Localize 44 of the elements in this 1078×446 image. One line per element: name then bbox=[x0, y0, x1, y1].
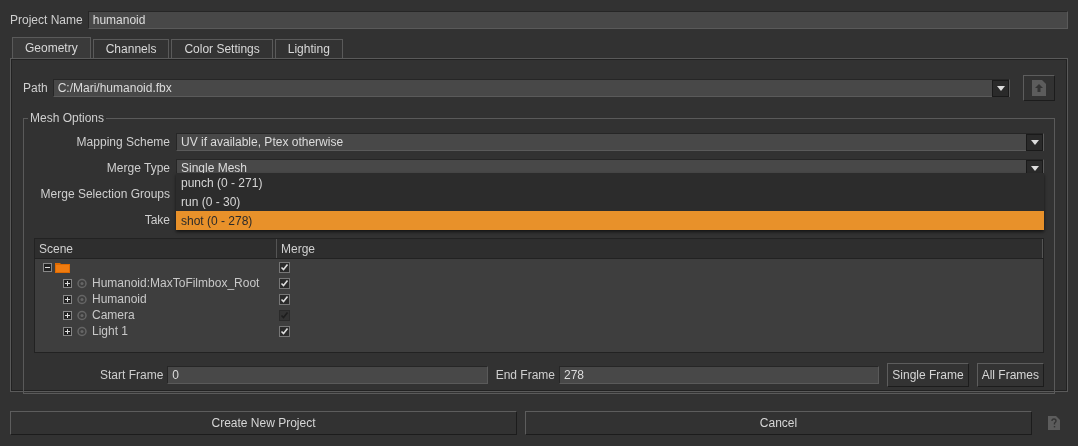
tab[interactable]: Geometry bbox=[12, 37, 91, 58]
end-frame-field[interactable]: 278 bbox=[559, 366, 880, 384]
merge-checkbox[interactable] bbox=[279, 277, 290, 289]
menu-item[interactable]: run (0 - 30) bbox=[176, 192, 1044, 211]
menu-item[interactable]: shot (0 - 278) bbox=[176, 211, 1044, 230]
dialog-button[interactable]: Create New Project bbox=[10, 411, 517, 435]
frame-button[interactable]: All Frames bbox=[976, 363, 1044, 387]
path-combo[interactable]: C:/Mari/humanoid.fbx bbox=[52, 79, 1010, 97]
group-title: Mesh Options bbox=[29, 111, 106, 125]
column-header[interactable]: Merge bbox=[277, 239, 1043, 258]
node-icon bbox=[75, 324, 89, 338]
folder-icon bbox=[55, 261, 70, 273]
field-label: Merge Selection Groups bbox=[39, 187, 170, 201]
field-label: Mapping Scheme bbox=[75, 135, 170, 149]
upload-file-button[interactable] bbox=[1023, 75, 1055, 101]
field-label: Take bbox=[143, 213, 170, 227]
merge-checkbox[interactable] bbox=[279, 293, 290, 305]
scene-item-label[interactable]: Humanoid bbox=[92, 292, 147, 306]
expand-icon[interactable] bbox=[63, 326, 72, 336]
project-name-label: Project Name bbox=[10, 13, 83, 27]
scene-item-label[interactable]: Light 1 bbox=[92, 324, 129, 338]
node-icon bbox=[75, 308, 89, 322]
path-label: Path bbox=[23, 81, 48, 95]
field-label: Merge Type bbox=[105, 161, 170, 175]
tab[interactable]: Channels bbox=[92, 39, 170, 58]
node-icon bbox=[75, 292, 89, 306]
file-upload-icon bbox=[1032, 80, 1046, 96]
end-frame-label: End Frame bbox=[495, 368, 555, 382]
start-frame-label: Start Frame bbox=[100, 368, 164, 382]
expand-icon[interactable] bbox=[63, 294, 72, 304]
frame-button[interactable]: Single Frame bbox=[887, 363, 969, 387]
tab[interactable]: Color Settings bbox=[171, 39, 273, 58]
expand-icon[interactable] bbox=[63, 278, 72, 288]
tab[interactable]: Lighting bbox=[274, 39, 343, 58]
start-frame-field[interactable]: 0 bbox=[167, 366, 488, 384]
merge-checkbox[interactable] bbox=[279, 325, 290, 337]
dialog-button[interactable]: Cancel bbox=[525, 411, 1032, 435]
option-combo[interactable]: UV if available, Ptex otherwise bbox=[176, 133, 1044, 151]
scene-item-label[interactable]: Humanoid:MaxToFilmbox_Root bbox=[92, 276, 260, 290]
merge-checkbox[interactable] bbox=[279, 261, 290, 273]
project-name-field[interactable]: humanoid bbox=[87, 11, 1068, 29]
column-header[interactable]: Scene bbox=[35, 239, 277, 258]
node-icon bbox=[75, 276, 89, 290]
collapse-icon[interactable] bbox=[43, 262, 52, 272]
